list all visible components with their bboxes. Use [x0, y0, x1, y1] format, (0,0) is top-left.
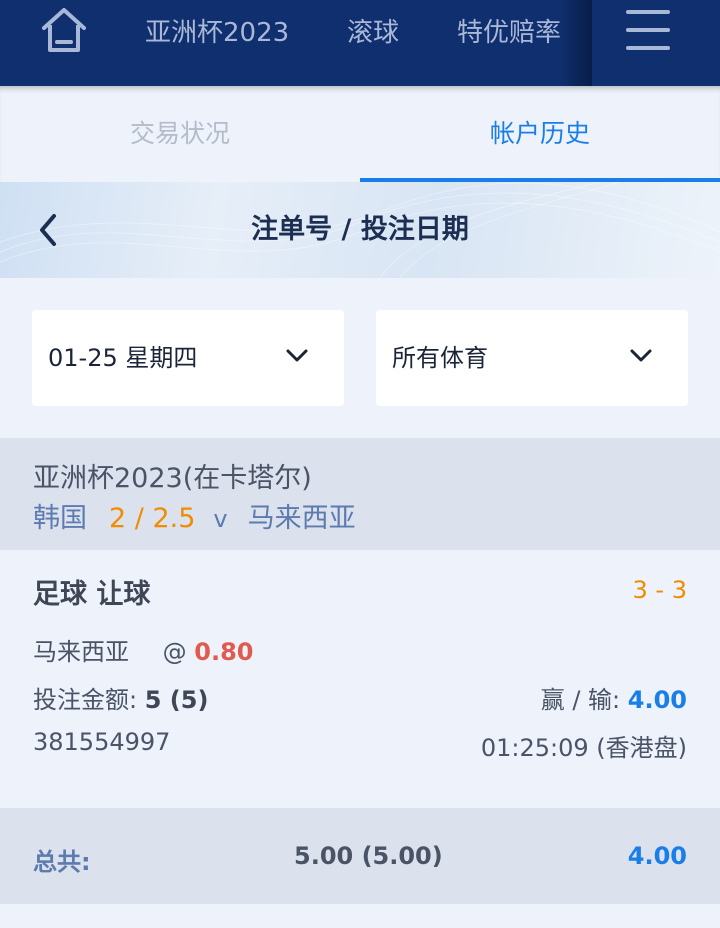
nav-item-asian-cup[interactable]: 亚洲杯2023	[145, 12, 289, 49]
sport-select-value: 所有体育	[392, 344, 488, 372]
winloss-value: 4.00	[627, 686, 687, 714]
total-row: 总共: 5.00 (5.00) 4.00	[0, 808, 720, 904]
handicap-line: 2 / 2.5	[109, 503, 196, 534]
total-winloss: 4.00	[627, 842, 687, 870]
sub-header: 注单号 / 投注日期	[0, 182, 720, 278]
league-name: 亚洲杯2023(在卡塔尔)	[33, 463, 312, 494]
top-navigation-bar: 亚洲杯2023 滚球 特优赔率	[0, 0, 720, 86]
bet-time: 01:25:09 (香港盘)	[480, 734, 687, 762]
chevron-down-icon	[630, 349, 652, 362]
versus-label: v	[213, 505, 228, 533]
match-teams: 韩国 2 / 2.5 v 马来西亚	[33, 496, 356, 535]
home-icon[interactable]	[40, 6, 88, 54]
home-team: 韩国	[33, 503, 87, 534]
filter-bar: 01-25 星期四 所有体育	[0, 278, 720, 438]
winloss-row: 赢 / 输: 4.00	[541, 680, 687, 715]
nav-item-live[interactable]: 滚球	[347, 12, 399, 49]
chevron-down-icon	[286, 349, 308, 362]
account-tabs: 交易状况 帐户历史	[0, 86, 720, 182]
bet-detail: 足球 让球 3 - 3 马来西亚 @ 0.80 投注金额: 5 (5) 赢 / …	[0, 550, 720, 808]
date-select[interactable]: 01-25 星期四	[32, 310, 344, 406]
nav-scroll-fade	[560, 0, 592, 86]
stake-row: 投注金额: 5 (5)	[33, 680, 208, 715]
bet-odds: 0.80	[194, 638, 254, 666]
sport-select[interactable]: 所有体育	[376, 310, 688, 406]
bet-type: 足球 让球	[33, 579, 151, 610]
nav-item-special-odds[interactable]: 特优赔率	[457, 12, 561, 49]
stake-label: 投注金额:	[33, 686, 138, 714]
match-score: 3 - 3	[632, 576, 687, 604]
total-label: 总共:	[33, 848, 91, 876]
winloss-label: 赢 / 输:	[540, 686, 621, 714]
total-stake: 5.00 (5.00)	[294, 842, 443, 870]
tab-transaction-status[interactable]: 交易状况	[0, 86, 360, 182]
bet-selection: 马来西亚 @ 0.80	[33, 632, 254, 667]
ticket-id: 381554997	[33, 728, 171, 756]
selection-team: 马来西亚	[33, 638, 129, 666]
tab-account-history[interactable]: 帐户历史	[360, 86, 720, 182]
page-title: 注单号 / 投注日期	[251, 214, 469, 245]
stake-value: 5 (5)	[144, 686, 209, 714]
away-team: 马来西亚	[247, 503, 356, 534]
at-symbol: @	[162, 638, 187, 666]
hamburger-menu-icon[interactable]	[626, 10, 670, 50]
match-header: 亚洲杯2023(在卡塔尔) 韩国 2 / 2.5 v 马来西亚	[0, 438, 720, 550]
date-select-value: 01-25 星期四	[48, 344, 198, 372]
